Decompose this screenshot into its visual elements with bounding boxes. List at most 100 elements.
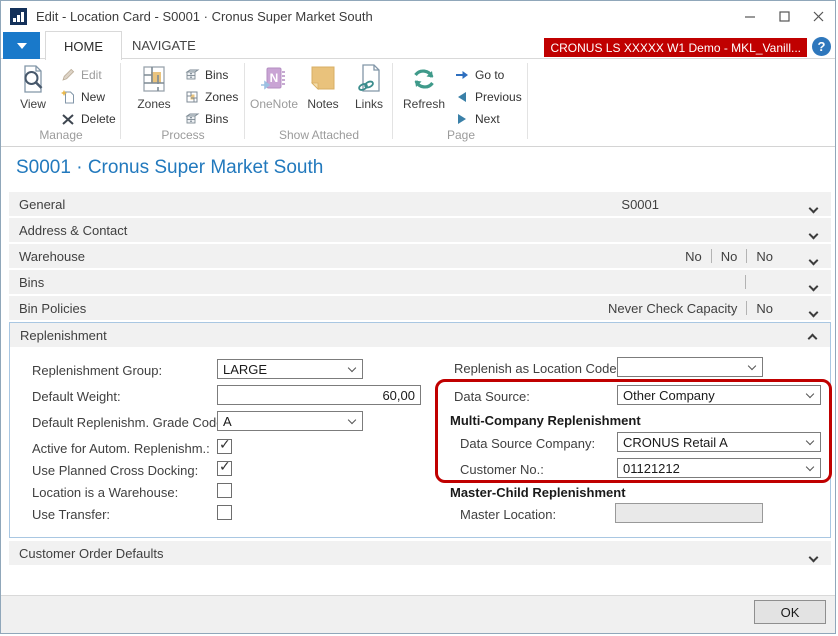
bins-bottom-label: Bins bbox=[205, 112, 228, 126]
chevron-down-icon[interactable] bbox=[809, 308, 819, 318]
chevron-up-icon[interactable] bbox=[808, 334, 818, 344]
grade-code-value: A bbox=[223, 414, 232, 429]
fasttab-warehouse-label: Warehouse bbox=[19, 249, 85, 264]
minimize-button[interactable] bbox=[733, 1, 767, 31]
ribbon-tab-strip: HOME NAVIGATE CRONUS LS XXXXX W1 Demo - … bbox=[1, 31, 835, 59]
planned-cross-docking-checkbox[interactable]: ✓ bbox=[217, 461, 232, 476]
fasttab-replenishment-header[interactable]: Replenishment bbox=[10, 323, 830, 347]
refresh-button[interactable]: Refresh bbox=[398, 63, 450, 111]
zones-small-button[interactable]: Zones bbox=[184, 87, 238, 107]
ribbon-group-page: Refresh Go to Previous bbox=[396, 59, 526, 145]
delete-x-icon bbox=[60, 111, 76, 127]
fasttab-replenishment-label: Replenishment bbox=[20, 328, 107, 343]
replenishment-group-label: Replenishment Group: bbox=[32, 363, 162, 378]
chevron-down-icon[interactable] bbox=[809, 282, 819, 292]
zones-label: Zones bbox=[137, 97, 170, 111]
active-autom-replenishm-checkbox[interactable]: ✓ bbox=[217, 439, 232, 454]
fasttab-general[interactable]: General S0001 bbox=[9, 192, 831, 216]
master-location-label: Master Location: bbox=[460, 507, 556, 522]
multi-company-replenishment-header: Multi-Company Replenishment bbox=[450, 413, 641, 428]
data-source-label: Data Source: bbox=[454, 389, 530, 404]
new-button[interactable]: New bbox=[60, 87, 116, 107]
replenish-as-location-dropdown[interactable] bbox=[617, 357, 763, 377]
chevron-down-icon bbox=[806, 436, 814, 444]
links-button[interactable]: Links bbox=[343, 63, 395, 111]
fasttab-address-label: Address & Contact bbox=[19, 223, 127, 238]
replenishment-group-dropdown[interactable]: LARGE bbox=[217, 359, 363, 379]
data-source-company-label: Data Source Company: bbox=[460, 436, 595, 451]
tab-home[interactable]: HOME bbox=[45, 31, 122, 60]
default-weight-input[interactable]: 60,00 bbox=[217, 385, 421, 405]
notes-button[interactable]: Notes bbox=[297, 63, 349, 111]
fasttab-warehouse[interactable]: Warehouse No No No bbox=[9, 244, 831, 268]
previous-arrow-icon bbox=[454, 89, 470, 105]
fasttab-bin-policies[interactable]: Bin Policies Never Check Capacity No bbox=[9, 296, 831, 320]
master-location-input bbox=[615, 503, 763, 523]
chevron-down-icon[interactable] bbox=[809, 553, 819, 563]
location-is-warehouse-checkbox[interactable] bbox=[217, 483, 232, 498]
chevron-down-icon bbox=[806, 462, 814, 470]
grade-code-dropdown[interactable]: A bbox=[217, 411, 363, 431]
ribbon: View Edit New bbox=[1, 59, 835, 147]
planned-cross-docking-label: Use Planned Cross Docking: bbox=[32, 463, 198, 478]
chevron-down-icon[interactable] bbox=[809, 204, 819, 214]
chevron-down-icon[interactable] bbox=[809, 230, 819, 240]
chevron-down-icon bbox=[748, 361, 756, 369]
location-card-window: Edit - Location Card - S0001 · Cronus Su… bbox=[0, 0, 836, 634]
page-group-label: Page bbox=[396, 128, 526, 142]
general-summary-value: S0001 bbox=[621, 197, 659, 212]
fasttab-bins[interactable]: Bins bbox=[9, 270, 831, 294]
new-page-icon bbox=[60, 89, 76, 105]
chevron-down-icon bbox=[806, 389, 814, 397]
view-label: View bbox=[20, 97, 46, 111]
ribbon-group-show-attached: N OneNote Notes bbox=[248, 59, 390, 145]
title-bar: Edit - Location Card - S0001 · Cronus Su… bbox=[1, 1, 835, 31]
view-button[interactable]: View bbox=[7, 63, 59, 111]
new-label: New bbox=[81, 90, 105, 104]
help-icon[interactable]: ? bbox=[812, 37, 831, 56]
close-button[interactable] bbox=[801, 1, 835, 31]
use-transfer-label: Use Transfer: bbox=[32, 507, 110, 522]
zones-button[interactable]: Zones bbox=[128, 63, 180, 111]
application-menu-button[interactable] bbox=[3, 32, 40, 59]
data-source-company-dropdown[interactable]: CRONUS Retail A bbox=[617, 432, 821, 452]
next-arrow-icon bbox=[454, 111, 470, 127]
chevron-down-icon bbox=[348, 363, 356, 371]
fasttab-address-contact[interactable]: Address & Contact bbox=[9, 218, 831, 242]
zones-small-label: Zones bbox=[205, 90, 238, 104]
maximize-button[interactable] bbox=[767, 1, 801, 31]
notes-label: Notes bbox=[307, 97, 338, 111]
window-title: Edit - Location Card - S0001 · Cronus Su… bbox=[36, 9, 373, 24]
bottom-bar: OK bbox=[1, 595, 835, 633]
ok-button[interactable]: OK bbox=[754, 600, 826, 624]
tab-navigate[interactable]: NAVIGATE bbox=[114, 31, 214, 59]
company-badge[interactable]: CRONUS LS XXXXX W1 Demo - MKL_Vanill... bbox=[544, 38, 807, 57]
bins-button-top[interactable]: Bins bbox=[184, 65, 238, 85]
next-button[interactable]: Next bbox=[454, 109, 522, 129]
refresh-icon bbox=[408, 63, 440, 95]
delete-label: Delete bbox=[81, 112, 116, 126]
data-source-dropdown[interactable]: Other Company bbox=[617, 385, 821, 405]
previous-button[interactable]: Previous bbox=[454, 87, 522, 107]
links-label: Links bbox=[355, 97, 383, 111]
bins-button-bottom[interactable]: Bins bbox=[184, 109, 238, 129]
default-weight-value: 60,00 bbox=[382, 388, 415, 403]
goto-button[interactable]: Go to bbox=[454, 65, 522, 85]
onenote-label: OneNote bbox=[250, 97, 298, 111]
data-source-company-value: CRONUS Retail A bbox=[623, 435, 728, 450]
onenote-button[interactable]: N OneNote bbox=[248, 63, 300, 111]
active-autom-replenishm-label: Active for Autom. Replenishm.: bbox=[32, 441, 210, 456]
customer-no-dropdown[interactable]: 01121212 bbox=[617, 458, 821, 478]
fasttab-customer-order-defaults[interactable]: Customer Order Defaults bbox=[9, 541, 831, 565]
location-is-warehouse-label: Location is a Warehouse: bbox=[32, 485, 178, 500]
bins-top-label: Bins bbox=[205, 68, 228, 82]
next-label: Next bbox=[475, 112, 500, 126]
bin-policies-summary-2: No bbox=[756, 301, 773, 316]
warehouse-summary-2: No bbox=[721, 249, 738, 264]
edit-button[interactable]: Edit bbox=[60, 65, 116, 85]
chevron-down-icon[interactable] bbox=[809, 256, 819, 266]
delete-button[interactable]: Delete bbox=[60, 109, 116, 129]
master-child-replenishment-header: Master-Child Replenishment bbox=[450, 485, 626, 500]
fasttab-customer-order-defaults-label: Customer Order Defaults bbox=[19, 546, 164, 561]
use-transfer-checkbox[interactable] bbox=[217, 505, 232, 520]
